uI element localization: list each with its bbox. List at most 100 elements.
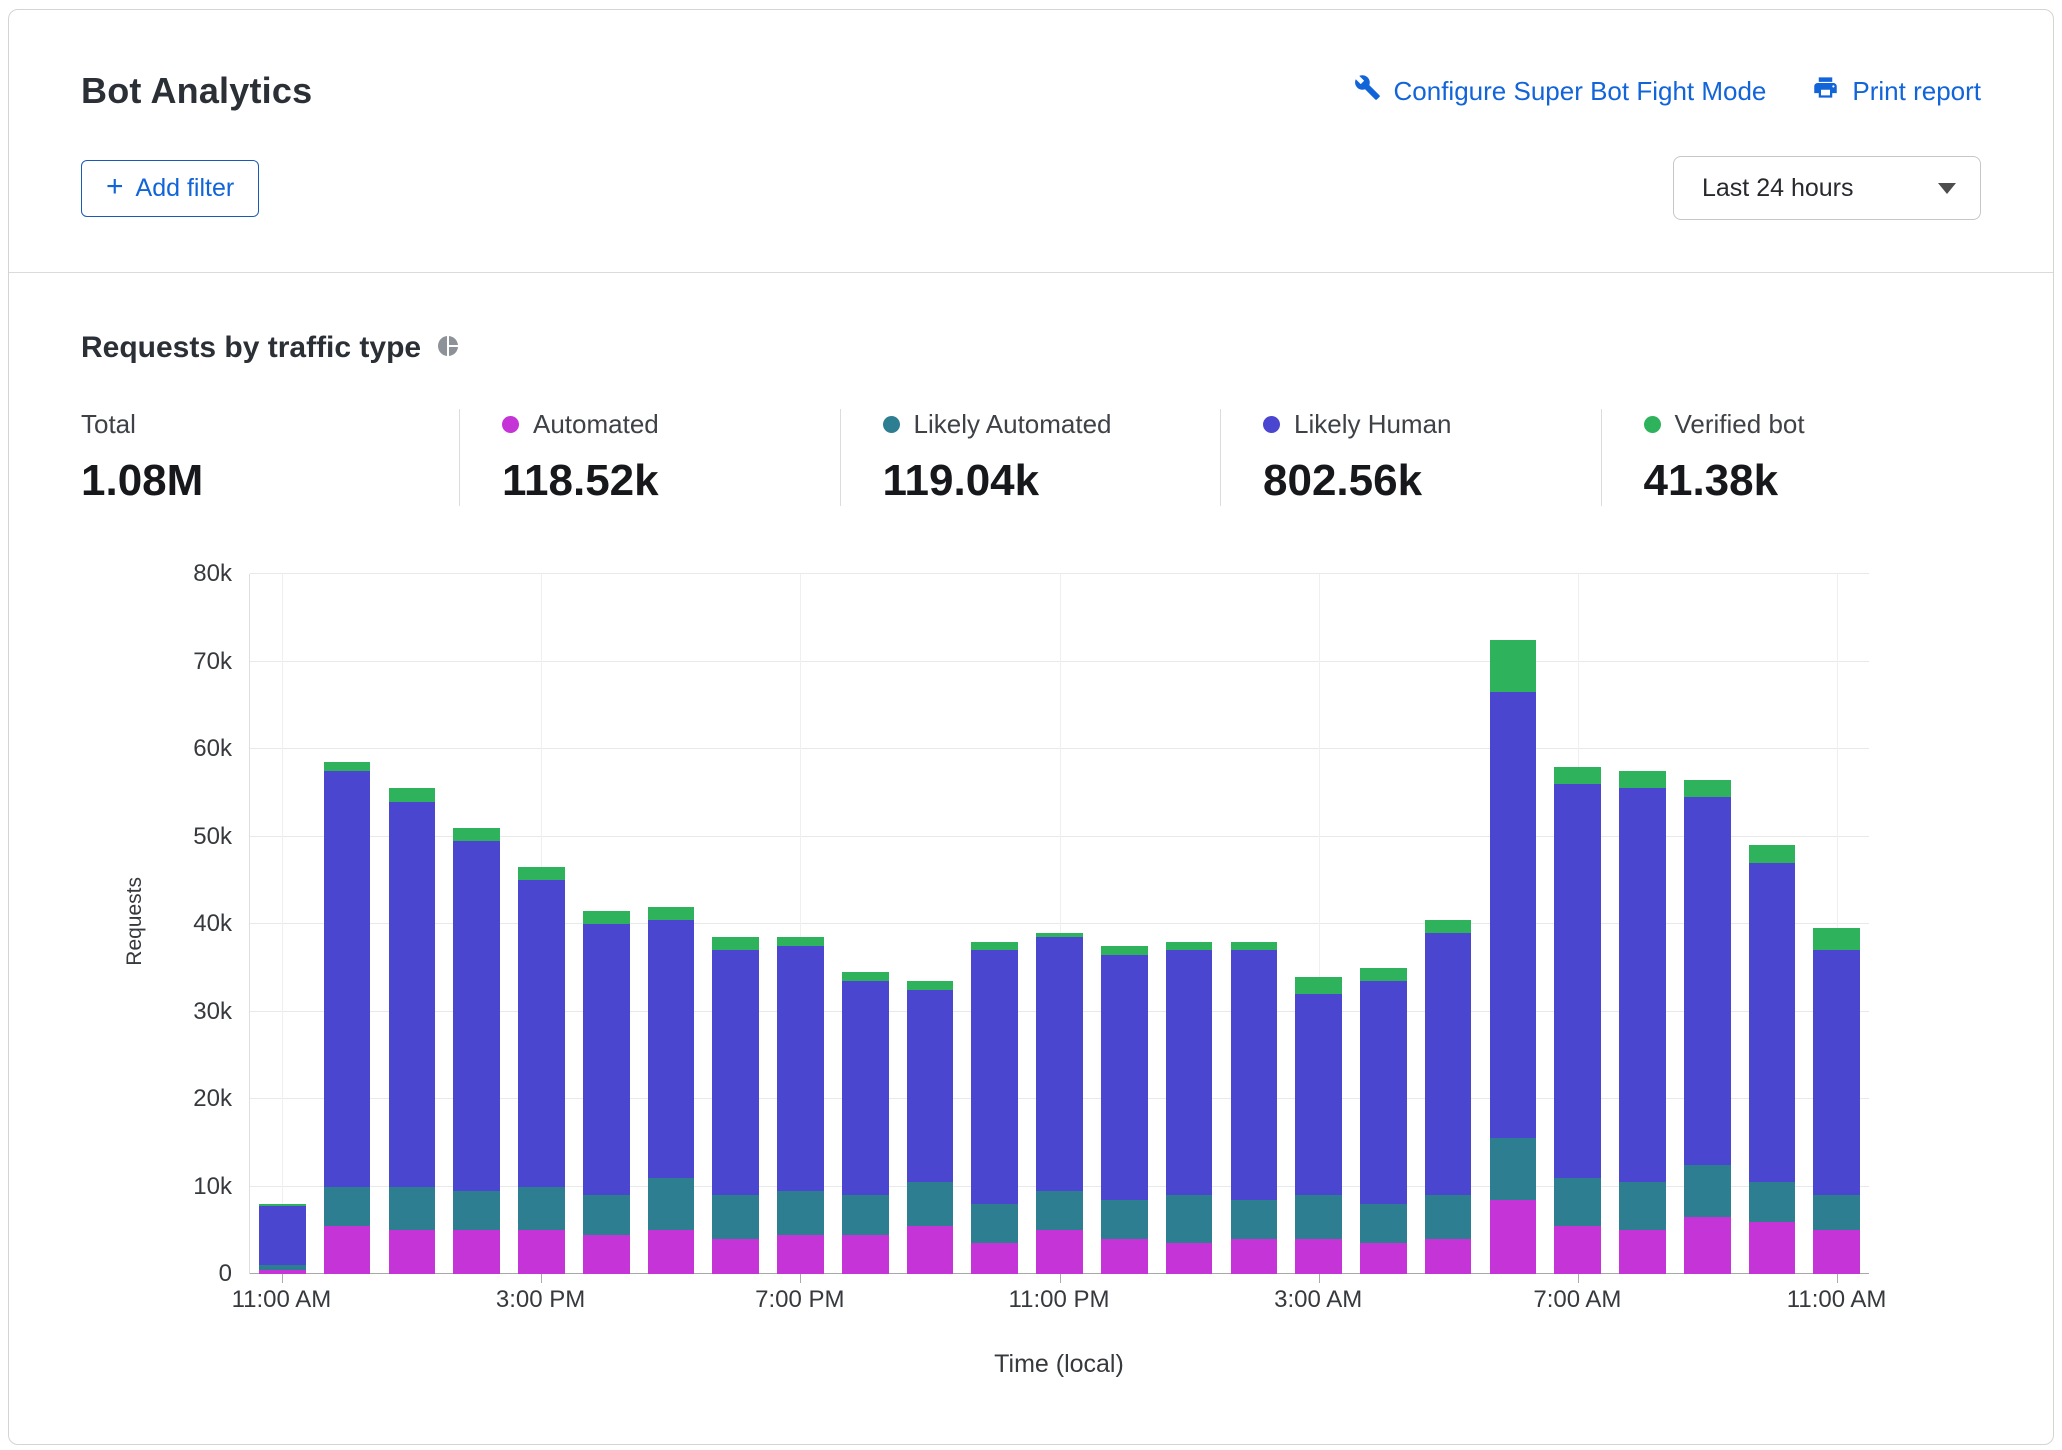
- stacked-bar[interactable]: [777, 574, 824, 1274]
- bar-segment[interactable]: [453, 1191, 500, 1230]
- stacked-bar[interactable]: [648, 574, 695, 1274]
- bar-segment[interactable]: [1813, 950, 1860, 1195]
- bar-segment[interactable]: [1490, 1138, 1537, 1199]
- bar-segment[interactable]: [842, 1195, 889, 1234]
- bar-segment[interactable]: [712, 1195, 759, 1239]
- stacked-bar[interactable]: [1166, 574, 1213, 1274]
- bar-segment[interactable]: [1101, 1239, 1148, 1274]
- bar-segment[interactable]: [712, 937, 759, 950]
- bar-segment[interactable]: [324, 1187, 371, 1226]
- stat-likely-automated[interactable]: Likely Automated 119.04k: [840, 409, 1221, 506]
- stacked-bar[interactable]: [1036, 574, 1083, 1274]
- bar-segment[interactable]: [777, 1235, 824, 1274]
- bar-segment[interactable]: [1295, 977, 1342, 995]
- bar-segment[interactable]: [1490, 692, 1537, 1138]
- bar-segment[interactable]: [518, 880, 565, 1186]
- stacked-bar[interactable]: [1813, 574, 1860, 1274]
- bar-segment[interactable]: [1619, 1230, 1666, 1274]
- stacked-bar[interactable]: [583, 574, 630, 1274]
- bar-segment[interactable]: [842, 972, 889, 981]
- bar-segment[interactable]: [1295, 1239, 1342, 1274]
- bar-segment[interactable]: [1360, 1243, 1407, 1274]
- bar-segment[interactable]: [1036, 937, 1083, 1191]
- bar-segment[interactable]: [1425, 1239, 1472, 1274]
- bar-segment[interactable]: [1813, 1195, 1860, 1230]
- bar-segment[interactable]: [1684, 1165, 1731, 1218]
- time-range-select[interactable]: Last 24 hours: [1673, 156, 1981, 220]
- bar-segment[interactable]: [1619, 1182, 1666, 1230]
- bar-segment[interactable]: [971, 942, 1018, 951]
- bar-segment[interactable]: [1813, 928, 1860, 950]
- bar-segment[interactable]: [907, 1182, 954, 1226]
- bar-segment[interactable]: [907, 1226, 954, 1274]
- bar-segment[interactable]: [1425, 933, 1472, 1196]
- bar-segment[interactable]: [259, 1206, 306, 1266]
- stacked-bar[interactable]: [389, 574, 436, 1274]
- bar-segment[interactable]: [1231, 942, 1278, 951]
- bar-segment[interactable]: [907, 981, 954, 990]
- bar-segment[interactable]: [1619, 771, 1666, 789]
- bar-segment[interactable]: [453, 1230, 500, 1274]
- bar-segment[interactable]: [1360, 1204, 1407, 1243]
- configure-super-bot-fight-mode-link[interactable]: Configure Super Bot Fight Mode: [1354, 74, 1767, 108]
- bar-segment[interactable]: [1749, 845, 1796, 863]
- stacked-bar[interactable]: [259, 574, 306, 1274]
- bar-segment[interactable]: [648, 1178, 695, 1231]
- stacked-bar[interactable]: [1554, 574, 1601, 1274]
- bar-segment[interactable]: [1554, 1226, 1601, 1274]
- stacked-bar[interactable]: [1619, 574, 1666, 1274]
- bar-segment[interactable]: [842, 981, 889, 1195]
- bar-segment[interactable]: [1231, 1239, 1278, 1274]
- bar-segment[interactable]: [1554, 784, 1601, 1178]
- bar-segment[interactable]: [1490, 640, 1537, 693]
- bar-segment[interactable]: [1295, 994, 1342, 1195]
- bar-segment[interactable]: [389, 1187, 436, 1231]
- bar-segment[interactable]: [1490, 1200, 1537, 1274]
- bar-segment[interactable]: [583, 911, 630, 924]
- stacked-bar[interactable]: [1425, 574, 1472, 1274]
- bar-segment[interactable]: [1101, 955, 1148, 1200]
- bar-segment[interactable]: [971, 1243, 1018, 1274]
- bar-segment[interactable]: [1101, 1200, 1148, 1239]
- bar-segment[interactable]: [1101, 946, 1148, 955]
- stacked-bar[interactable]: [971, 574, 1018, 1274]
- stat-likely-human[interactable]: Likely Human 802.56k: [1220, 409, 1601, 506]
- bar-segment[interactable]: [1036, 1191, 1083, 1230]
- stacked-bar[interactable]: [1490, 574, 1537, 1274]
- bar-segment[interactable]: [907, 990, 954, 1183]
- bar-segment[interactable]: [1360, 968, 1407, 981]
- bar-segment[interactable]: [1749, 863, 1796, 1182]
- bar-segment[interactable]: [1231, 1200, 1278, 1239]
- bar-segment[interactable]: [712, 950, 759, 1195]
- bar-segment[interactable]: [518, 1230, 565, 1274]
- bar-segment[interactable]: [1166, 942, 1213, 951]
- stacked-bar[interactable]: [453, 574, 500, 1274]
- bar-segment[interactable]: [971, 1204, 1018, 1243]
- bar-segment[interactable]: [1295, 1195, 1342, 1239]
- stacked-bar[interactable]: [712, 574, 759, 1274]
- bar-segment[interactable]: [389, 1230, 436, 1274]
- bar-segment[interactable]: [648, 907, 695, 920]
- bar-segment[interactable]: [712, 1239, 759, 1274]
- bar-segment[interactable]: [1554, 1178, 1601, 1226]
- bar-segment[interactable]: [1684, 780, 1731, 798]
- stacked-bar[interactable]: [324, 574, 371, 1274]
- bar-segment[interactable]: [1619, 788, 1666, 1182]
- bar-segment[interactable]: [453, 828, 500, 841]
- bar-segment[interactable]: [518, 867, 565, 880]
- bar-segment[interactable]: [1813, 1230, 1860, 1274]
- bar-segment[interactable]: [1749, 1182, 1796, 1221]
- bar-segment[interactable]: [842, 1235, 889, 1274]
- stacked-bar[interactable]: [1360, 574, 1407, 1274]
- bar-segment[interactable]: [1166, 1243, 1213, 1274]
- print-report-link[interactable]: Print report: [1812, 74, 1981, 108]
- bar-segment[interactable]: [1425, 920, 1472, 933]
- stacked-bar[interactable]: [1684, 574, 1731, 1274]
- bar-segment[interactable]: [1425, 1195, 1472, 1239]
- bar-segment[interactable]: [1231, 950, 1278, 1199]
- bar-segment[interactable]: [1684, 1217, 1731, 1274]
- bar-segment[interactable]: [648, 920, 695, 1178]
- bar-segment[interactable]: [389, 788, 436, 801]
- bar-segment[interactable]: [777, 946, 824, 1191]
- bar-segment[interactable]: [518, 1187, 565, 1231]
